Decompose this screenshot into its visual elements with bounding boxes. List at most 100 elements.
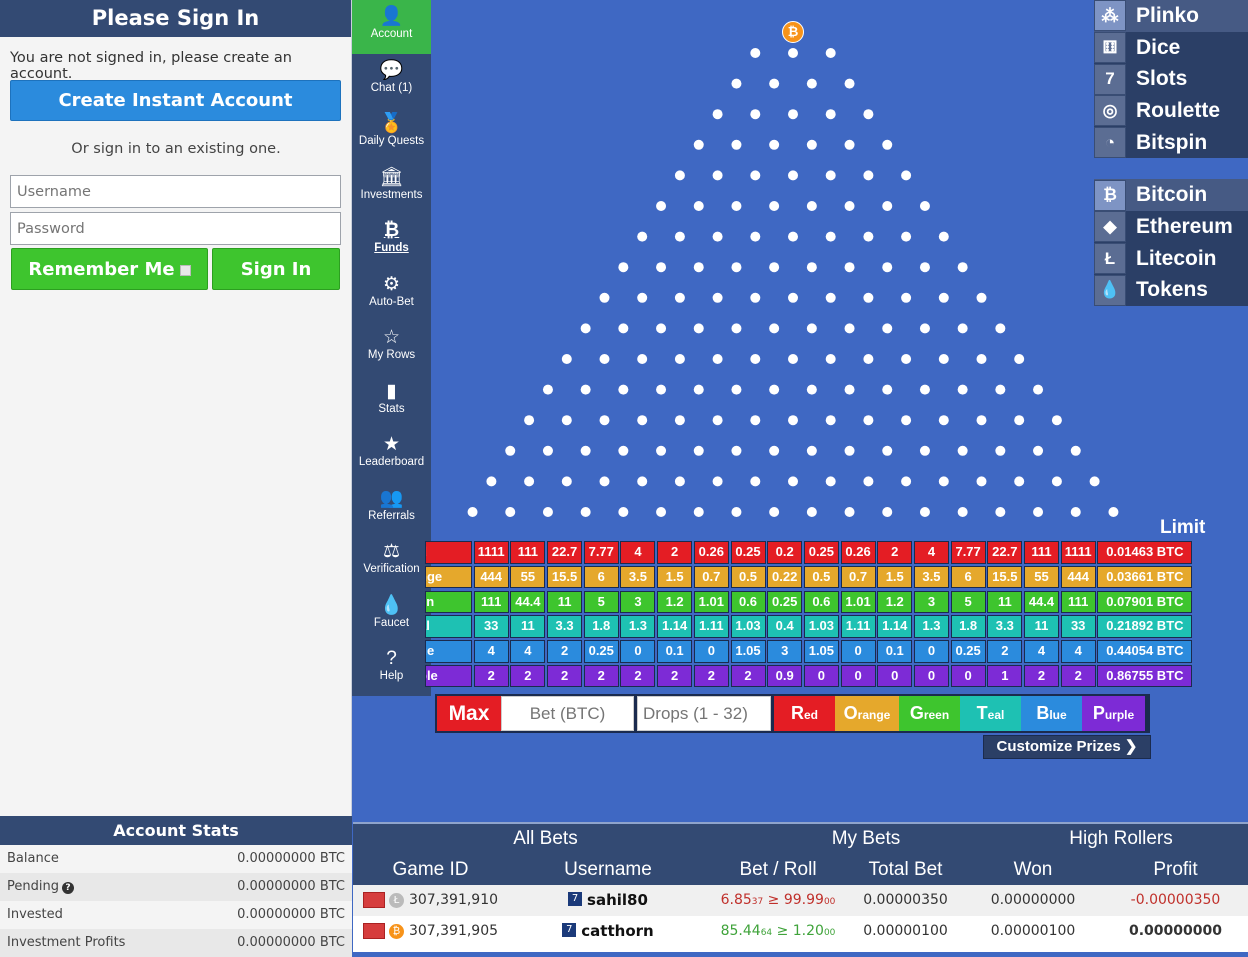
customize-prizes-button[interactable]: Customize Prizes ❯	[983, 735, 1151, 759]
prize-cell: 15.5	[987, 565, 1023, 589]
username[interactable]: sahil80	[587, 891, 648, 909]
color-button-red[interactable]: Red	[774, 696, 835, 731]
col-game-id: Game ID	[392, 859, 469, 880]
peg	[467, 507, 478, 517]
prize-limit: 0.21892 BTC	[1097, 615, 1193, 638]
peg	[788, 415, 798, 426]
remember-me-checkbox[interactable]	[179, 264, 191, 276]
prize-cell: 11	[547, 590, 583, 614]
prize-cell: 0.7	[693, 565, 729, 589]
bet-input[interactable]	[501, 696, 634, 731]
peg	[844, 139, 855, 150]
color-rest: urple	[1104, 708, 1135, 722]
prize-cell: 0.1	[657, 640, 693, 663]
peg	[542, 507, 553, 517]
prize-row-label: nge	[425, 565, 472, 589]
peg	[844, 201, 855, 211]
color-button-teal[interactable]: Teal	[960, 696, 1021, 731]
prize-cell: 444	[1060, 565, 1096, 589]
game-label: Plinko	[1136, 3, 1200, 27]
nav-item-bitcoin[interactable]: ₿ Funds	[352, 214, 431, 268]
peg	[561, 476, 572, 487]
color-button-blue[interactable]: Blue	[1021, 696, 1082, 731]
peg	[901, 292, 912, 303]
username-input[interactable]	[10, 175, 341, 208]
tab-my-bets[interactable]: My Bets	[738, 824, 994, 854]
nav-item-chat[interactable]: 💬 Chat (1)	[352, 54, 431, 108]
peg	[825, 231, 836, 242]
currency-item-ethereum[interactable]: ◆ Ethereum	[1094, 211, 1248, 243]
nav-item-scale[interactable]: ⚖ Verification	[352, 535, 431, 589]
prize-cell: 7.77	[583, 541, 619, 564]
peg	[674, 170, 685, 181]
peg	[769, 139, 780, 150]
username[interactable]: catthorn	[581, 922, 653, 940]
question-icon[interactable]: ?	[61, 882, 74, 894]
prize-cell: 1	[987, 664, 1023, 688]
peg	[769, 323, 780, 334]
color-button-orange[interactable]: Orange	[835, 696, 899, 731]
prize-cell: 22.7	[547, 541, 583, 564]
peg	[750, 354, 761, 364]
currency-item-tokens[interactable]: 💧 Tokens	[1094, 274, 1248, 307]
prize-cell: 0	[840, 640, 876, 663]
peg	[674, 231, 685, 242]
game-item-dice[interactable]: ⚅ Dice	[1094, 31, 1248, 64]
prize-cell: 1.5	[877, 565, 913, 589]
game-id[interactable]: 307,391,905	[409, 923, 498, 939]
peg	[674, 292, 685, 303]
peg	[806, 139, 817, 150]
nav-item-users[interactable]: 👥 Referrals	[352, 482, 431, 536]
nav-item-droplet[interactable]: 💧 Faucet	[352, 589, 431, 643]
stat-row: Investment Profits 0.00000000 BTC	[0, 929, 352, 957]
prize-cell: 0	[693, 640, 729, 663]
prize-cell: 4	[1060, 640, 1096, 663]
prize-cell: 0.25	[950, 640, 986, 663]
prize-cell: 111	[1060, 590, 1096, 614]
signin-button[interactable]: Sign In	[212, 248, 340, 290]
max-button[interactable]: Max	[437, 696, 501, 731]
tab-high-rollers[interactable]: High Rollers	[994, 824, 1248, 854]
peg	[1014, 354, 1025, 364]
game-item-plinko[interactable]: ⁂ Plinko	[1094, 0, 1248, 32]
color-button-green[interactable]: Green	[899, 696, 960, 731]
currency-item-litecoin[interactable]: Ł Litecoin	[1094, 242, 1248, 275]
peg	[731, 384, 742, 395]
tab-all-bets[interactable]: All Bets	[353, 824, 738, 854]
currency-item-bitcoin[interactable]: ₿ Bitcoin	[1094, 179, 1248, 212]
prize-cell: 4	[473, 640, 509, 663]
game-item-bitspin[interactable]: ◔ Bitspin	[1094, 126, 1248, 159]
bets-rows: Ł 307,391,910 7 sahil80 6.8537 ≥ 99.9900 0.00…	[353, 885, 1248, 947]
drops-input[interactable]	[637, 696, 771, 731]
nav-item-star[interactable]: ★ Leaderboard	[352, 428, 431, 482]
peg	[599, 415, 610, 426]
stat-row: Pending? 0.00000000 BTC	[0, 873, 352, 901]
nav-item-question[interactable]: ? Help	[352, 642, 431, 696]
nav-item-bank[interactable]: 🏛 Investments	[352, 161, 431, 215]
peg	[938, 231, 949, 242]
remember-me-button[interactable]: Remember Me	[11, 248, 208, 290]
litecoin-icon: Ł	[388, 892, 404, 908]
nav-item-user[interactable]: 👤 Account	[352, 0, 431, 54]
password-input[interactable]	[10, 212, 341, 245]
game-item-roulette[interactable]: ◎ Roulette	[1094, 95, 1248, 127]
bets-header: Game ID Username Bet / Roll Total Bet Wo…	[353, 854, 1248, 885]
color-initial: T	[976, 703, 988, 723]
peg	[882, 323, 893, 334]
color-button-purple[interactable]: Purple	[1082, 696, 1145, 731]
nav-item-bar-chart[interactable]: ▮ Stats	[352, 375, 431, 429]
nav-item-award[interactable]: 🏅 Daily Quests	[352, 107, 431, 161]
prize-cell: 2	[1024, 664, 1059, 688]
nav-label: Account	[370, 28, 413, 40]
create-account-button[interactable]: Create Instant Account	[10, 80, 341, 121]
peg	[769, 262, 780, 273]
peg	[806, 78, 817, 89]
game-item-slots[interactable]: 7 Slots	[1094, 63, 1248, 96]
game-id[interactable]: 307,391,910	[409, 892, 498, 908]
peg	[542, 445, 553, 456]
nav-item-gear[interactable]: ⚙ Auto-Bet	[352, 268, 431, 322]
nav-item-star-outline[interactable]: ☆ My Rows	[352, 321, 431, 375]
currency-label: Bitcoin	[1136, 183, 1208, 207]
peg	[844, 323, 855, 334]
nav-label: Referrals	[368, 509, 415, 522]
